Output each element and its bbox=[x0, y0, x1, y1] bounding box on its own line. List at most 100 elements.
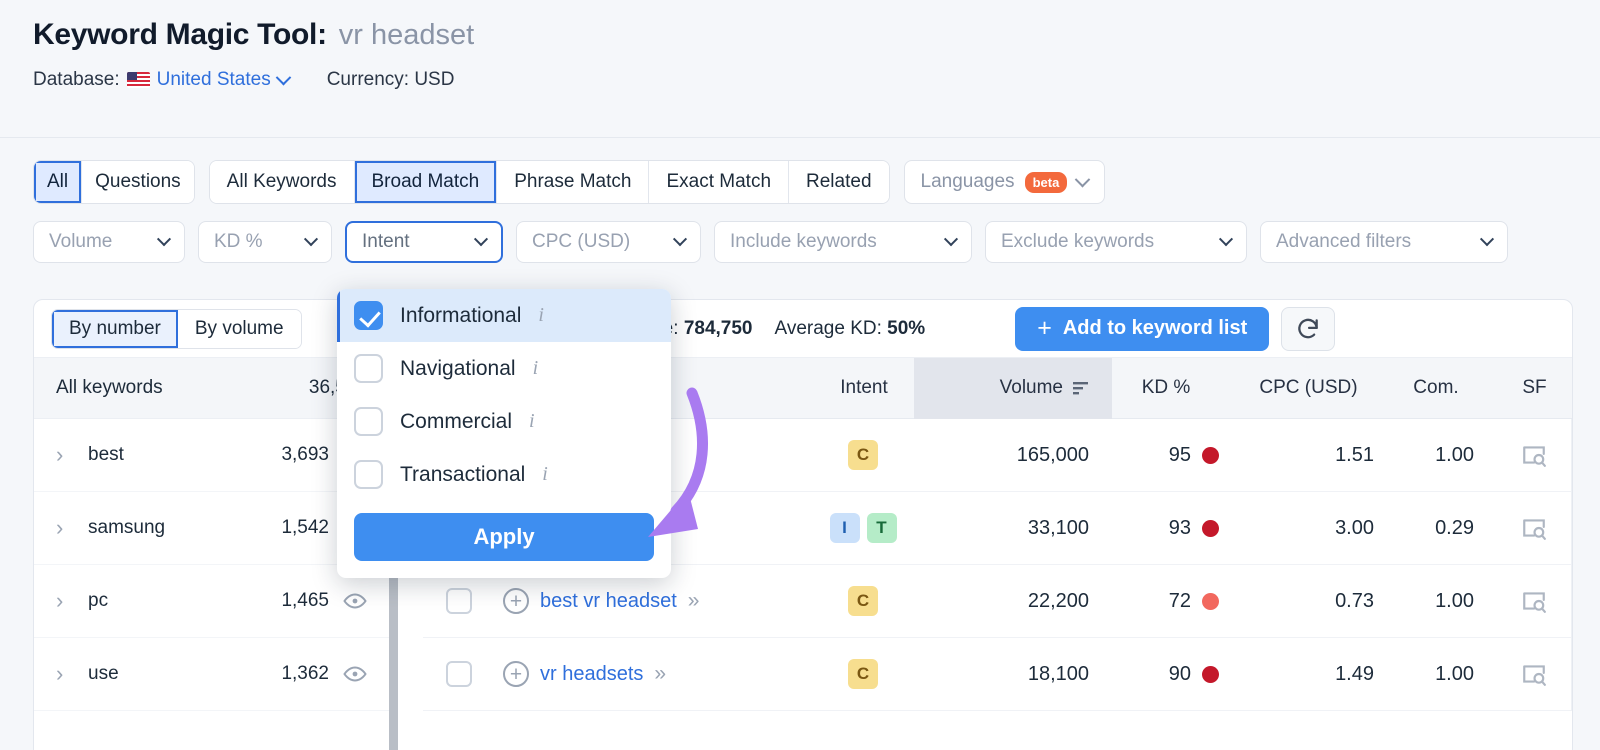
column-divider bbox=[1571, 491, 1572, 565]
checkbox-icon[interactable] bbox=[354, 407, 383, 436]
add-to-keyword-list-button[interactable]: + Add to keyword list bbox=[1015, 306, 1270, 351]
header-com[interactable]: Com. bbox=[1397, 377, 1497, 399]
database-selector[interactable]: Database: United States bbox=[33, 69, 291, 91]
eye-icon[interactable] bbox=[343, 589, 367, 613]
intent-option-label: Commercial bbox=[400, 409, 513, 433]
keyword-link[interactable]: best vr headset bbox=[540, 590, 677, 613]
checkbox-checked-icon[interactable] bbox=[354, 301, 383, 330]
filter-kd[interactable]: KD % bbox=[198, 221, 332, 263]
plus-icon: + bbox=[1037, 314, 1052, 342]
tab-phrase-match[interactable]: Phrase Match bbox=[497, 161, 650, 203]
intent-option-transactional[interactable]: Transactional i bbox=[337, 448, 671, 501]
filter-advanced[interactable]: Advanced filters bbox=[1260, 221, 1508, 263]
add-keyword-icon[interactable]: + bbox=[503, 661, 529, 687]
toggle-by-volume[interactable]: By volume bbox=[177, 309, 301, 348]
chevron-right-icon[interactable]: › bbox=[56, 442, 76, 468]
row-checkbox-cell bbox=[423, 661, 495, 687]
filter-intent[interactable]: Intent bbox=[345, 221, 503, 263]
volume-cell: 18,100 bbox=[1027, 662, 1089, 685]
database-value[interactable]: United States bbox=[157, 69, 271, 91]
table-row[interactable]: + vr headsets » C 18,100 90 1.49 1.00 bbox=[423, 637, 1572, 711]
average-kd: Average KD: 50% bbox=[775, 318, 926, 340]
refresh-icon bbox=[1298, 318, 1319, 338]
results-card: By number By volume Total volume: 784,75… bbox=[33, 299, 1573, 750]
filter-include-keywords[interactable]: Include keywords bbox=[714, 221, 972, 263]
expand-arrows-icon[interactable]: » bbox=[654, 662, 666, 686]
refresh-button[interactable] bbox=[1281, 306, 1336, 351]
expand-arrows-icon[interactable]: » bbox=[688, 589, 700, 613]
info-icon[interactable]: i bbox=[533, 357, 539, 380]
chevron-right-icon[interactable]: › bbox=[56, 661, 76, 687]
intent-option-commercial[interactable]: Commercial i bbox=[337, 395, 671, 448]
serp-cell[interactable] bbox=[1496, 516, 1571, 540]
filter-volume[interactable]: Volume bbox=[33, 221, 185, 263]
intent-cell: C bbox=[813, 586, 913, 616]
com-cell: 1.00 bbox=[1435, 662, 1474, 685]
filter-label: Volume bbox=[49, 231, 113, 252]
header-intent[interactable]: Intent bbox=[814, 377, 914, 399]
header-sf[interactable]: SF bbox=[1497, 377, 1572, 399]
column-divider bbox=[1571, 418, 1572, 492]
row-checkbox[interactable] bbox=[446, 661, 472, 687]
volume-cell: 165,000 bbox=[1016, 443, 1089, 466]
serp-cell[interactable] bbox=[1496, 589, 1571, 613]
serp-cell[interactable] bbox=[1496, 443, 1571, 467]
chevron-right-icon[interactable]: › bbox=[56, 588, 76, 614]
kd-cell: 95 bbox=[1111, 444, 1241, 467]
kd-cell: 93 bbox=[1111, 517, 1241, 540]
filter-label: Intent bbox=[362, 231, 410, 252]
kd-cell: 72 bbox=[1111, 590, 1241, 613]
chevron-down-icon bbox=[1075, 171, 1091, 187]
keyword-cell: + vr headsets » bbox=[495, 661, 813, 687]
intent-option-label: Transactional bbox=[400, 462, 526, 486]
info-icon[interactable]: i bbox=[529, 410, 535, 433]
kd-value: 90 bbox=[1168, 662, 1191, 685]
keyword-link[interactable]: vr headsets bbox=[540, 663, 643, 686]
group-row-pc[interactable]: › pc 1,465 bbox=[34, 565, 389, 638]
cpc-cell: 1.51 bbox=[1335, 443, 1374, 466]
languages-dropdown[interactable]: Languages beta bbox=[903, 160, 1106, 204]
tab-exact-match[interactable]: Exact Match bbox=[649, 161, 790, 203]
tab-related[interactable]: Related bbox=[789, 161, 889, 203]
header-kd[interactable]: KD % bbox=[1112, 377, 1242, 399]
info-icon[interactable]: i bbox=[538, 304, 544, 327]
group-row-samsung[interactable]: › samsung 1,542 bbox=[34, 492, 389, 565]
chevron-right-icon[interactable]: › bbox=[56, 515, 76, 541]
header-cpc[interactable]: CPC (USD) bbox=[1242, 377, 1397, 399]
intent-cell: I T bbox=[813, 513, 913, 543]
filter-cpc[interactable]: CPC (USD) bbox=[516, 221, 701, 263]
app-root: Keyword Magic Tool: vr headset Database:… bbox=[0, 0, 1600, 750]
group-name: best bbox=[88, 444, 124, 465]
serp-features-icon bbox=[1522, 665, 1546, 686]
intent-option-informational[interactable]: Informational i bbox=[337, 289, 671, 342]
tab-all-keywords[interactable]: All Keywords bbox=[209, 161, 355, 203]
checkbox-icon[interactable] bbox=[354, 460, 383, 489]
chevron-down-icon[interactable] bbox=[275, 69, 291, 85]
apply-button[interactable]: Apply bbox=[354, 513, 654, 561]
info-icon[interactable]: i bbox=[542, 463, 548, 486]
header-volume[interactable]: Volume bbox=[914, 357, 1112, 419]
toggle-by-number[interactable]: By number bbox=[52, 309, 178, 348]
group-row-best[interactable]: › best 3,693 bbox=[34, 419, 389, 492]
row-checkbox[interactable] bbox=[446, 588, 472, 614]
group-count: 1,362 bbox=[281, 663, 329, 684]
add-keyword-icon[interactable]: + bbox=[503, 588, 529, 614]
group-row-use[interactable]: › use 1,362 bbox=[34, 638, 389, 711]
tab-broad-match[interactable]: Broad Match bbox=[354, 161, 498, 203]
tab-questions[interactable]: Questions bbox=[82, 161, 194, 203]
search-term: vr headset bbox=[338, 19, 475, 51]
average-kd-label: Average KD: bbox=[774, 317, 882, 339]
add-to-keyword-list-label: Add to keyword list bbox=[1062, 317, 1248, 339]
intent-cell: C bbox=[813, 659, 913, 689]
tab-all[interactable]: All bbox=[34, 161, 83, 203]
intent-option-label: Navigational bbox=[400, 356, 516, 380]
intent-option-navigational[interactable]: Navigational i bbox=[337, 342, 671, 395]
intent-badge: C bbox=[848, 440, 878, 470]
filter-exclude-keywords[interactable]: Exclude keywords bbox=[985, 221, 1247, 263]
serp-cell[interactable] bbox=[1496, 662, 1571, 686]
checkbox-icon[interactable] bbox=[354, 354, 383, 383]
average-kd-value: 50% bbox=[887, 317, 926, 339]
eye-icon[interactable] bbox=[343, 662, 367, 686]
currency-label: Currency: USD bbox=[326, 69, 455, 90]
com-cell: 0.29 bbox=[1435, 516, 1474, 539]
